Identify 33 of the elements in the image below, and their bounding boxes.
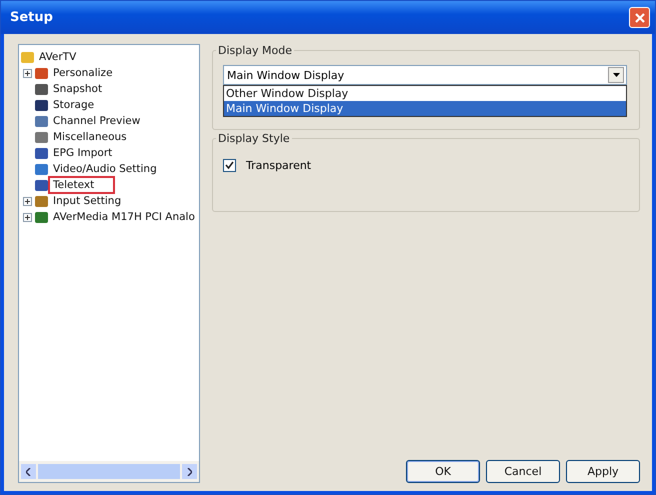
tree-item[interactable]: AVerTV <box>37 51 78 63</box>
dropdown[interactable]: Main Window Display <box>223 65 627 85</box>
expand-icon[interactable] <box>23 68 32 78</box>
tree-item[interactable]: Snapshot <box>51 83 104 95</box>
dialog-button[interactable]: Cancel <box>486 460 560 483</box>
tree-item[interactable]: Input Setting <box>51 195 124 207</box>
tree-item[interactable]: AVerMedia M17H PCI Analo <box>51 211 197 223</box>
tree-item[interactable]: Miscellaneous <box>51 131 129 143</box>
horizontal-scrollbar[interactable] <box>19 461 199 482</box>
dialog-button[interactable]: Apply <box>566 460 640 483</box>
window-title: Setup <box>10 10 53 25</box>
group-title: Display Mode <box>216 44 294 57</box>
close-icon <box>634 12 646 24</box>
tree-item[interactable]: Channel Preview <box>51 115 142 127</box>
expand-icon[interactable] <box>23 212 32 222</box>
checkbox-label: Transparent <box>246 159 312 172</box>
scroll-thumb[interactable] <box>38 464 180 479</box>
close-button[interactable] <box>629 7 650 28</box>
tree-item[interactable]: Storage <box>51 99 96 111</box>
tree-item[interactable]: Personalize <box>51 67 115 79</box>
chevron-right-icon <box>187 468 192 476</box>
dropdown-option[interactable]: Other Window Display <box>224 86 626 101</box>
checkbox[interactable] <box>223 159 236 172</box>
dialog-button[interactable]: OK <box>406 460 480 483</box>
tree-item[interactable]: Teletext <box>51 179 112 191</box>
expand-icon[interactable] <box>23 196 32 206</box>
tree-item[interactable]: EPG Import <box>51 147 114 159</box>
scroll-right-button[interactable] <box>182 464 197 479</box>
scroll-left-button[interactable] <box>21 464 36 479</box>
tree-item[interactable]: Video/Audio Setting <box>51 163 159 175</box>
chevron-left-icon <box>26 468 31 476</box>
dropdown-option[interactable]: Main Window Display <box>224 101 626 116</box>
group-title: Display Style <box>216 132 292 145</box>
